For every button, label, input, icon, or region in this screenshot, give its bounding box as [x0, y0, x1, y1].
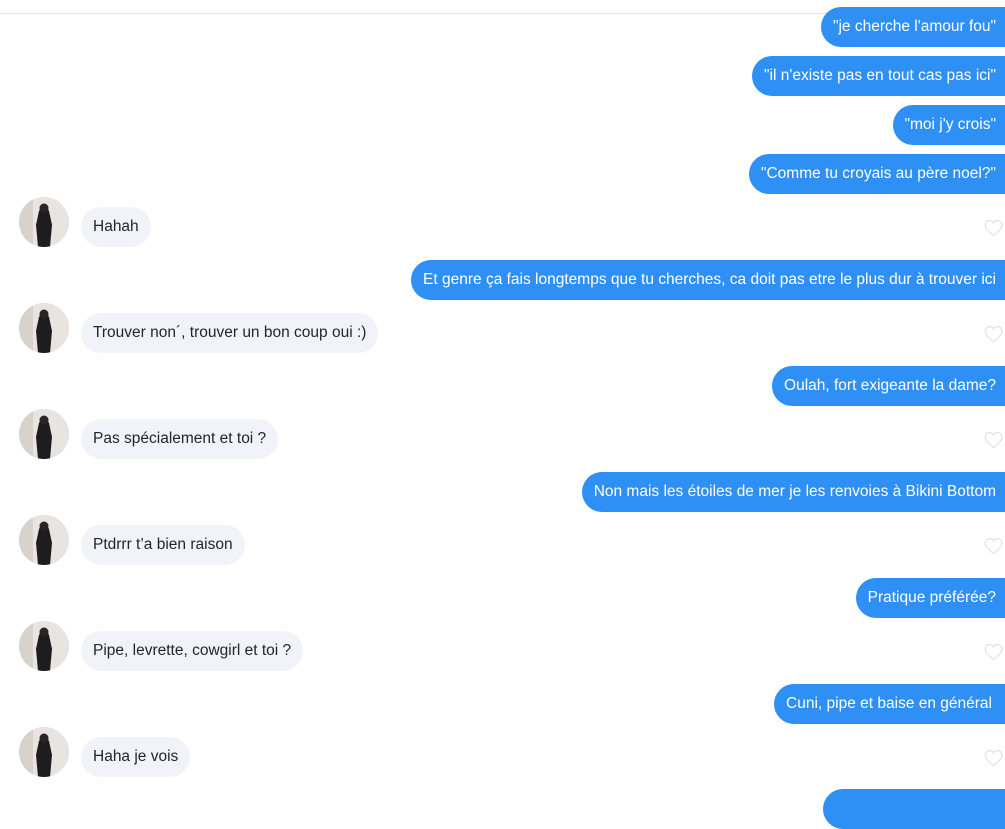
sent-bubble[interactable]: Non mais les étoiles de mer je les renvo…	[581, 472, 1005, 512]
avatar[interactable]	[19, 197, 69, 247]
sent-bubble[interactable]	[823, 789, 1005, 829]
sent-bubble[interactable]: "je cherche l'amour fou"	[820, 7, 1005, 47]
heart-icon[interactable]	[984, 643, 1003, 661]
received-bubble[interactable]: Haha je vois	[81, 737, 191, 777]
sent-bubble[interactable]: Oulah, fort exigeante la dame?	[772, 366, 1005, 406]
received-bubble[interactable]: Hahah	[81, 207, 151, 247]
chat-thread: "je cherche l'amour fou" "il n'existe pa…	[0, 0, 1005, 829]
received-bubble[interactable]: Pipe, levrette, cowgirl et toi ?	[81, 631, 304, 671]
avatar[interactable]	[19, 727, 69, 777]
heart-icon[interactable]	[984, 325, 1003, 343]
sent-bubble[interactable]: "Comme tu croyais au père noel?"	[748, 154, 1005, 194]
sent-bubble[interactable]: "moi j'y crois"	[892, 105, 1005, 145]
heart-icon[interactable]	[984, 537, 1003, 555]
received-bubble[interactable]: Ptdrrr t’a bien raison	[81, 525, 245, 565]
heart-icon[interactable]	[984, 749, 1003, 767]
avatar[interactable]	[19, 409, 69, 459]
sent-bubble[interactable]: "il n'existe pas en tout cas pas ici"	[752, 56, 1005, 96]
sent-bubble[interactable]: Et genre ça fais longtemps que tu cherch…	[411, 260, 1005, 300]
received-bubble[interactable]: Trouver non´, trouver un bon coup oui :)	[81, 313, 379, 353]
heart-icon[interactable]	[984, 219, 1003, 237]
received-bubble[interactable]: Pas spécialement et toi ?	[81, 419, 279, 459]
sent-bubble[interactable]: Cuni, pipe et baise en général	[774, 684, 1005, 724]
avatar[interactable]	[19, 303, 69, 353]
avatar[interactable]	[19, 515, 69, 565]
avatar[interactable]	[19, 621, 69, 671]
sent-bubble[interactable]: Pratique préférée?	[855, 578, 1005, 618]
heart-icon[interactable]	[984, 431, 1003, 449]
